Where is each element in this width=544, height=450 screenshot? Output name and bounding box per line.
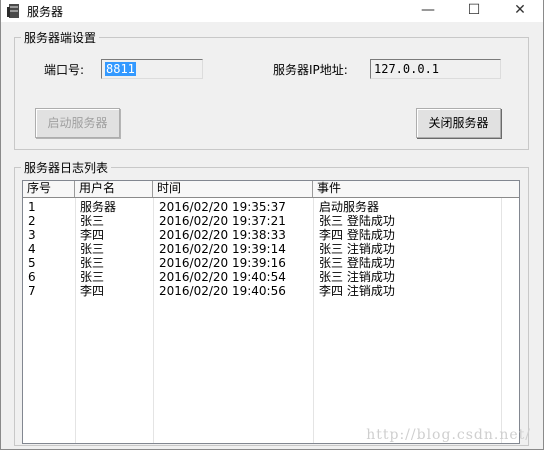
server-log-title: 服务器日志列表 bbox=[21, 159, 112, 176]
watermark: http://blog.csdn.net/ bbox=[366, 427, 531, 443]
port-input[interactable]: 8811 bbox=[101, 59, 203, 79]
log-list-header: 序号 用户名 时间 事件 bbox=[23, 181, 519, 198]
row-event: 启动服务器 bbox=[319, 200, 380, 214]
window-title: 服务器 bbox=[27, 5, 64, 19]
row-username: 张三 bbox=[80, 256, 105, 270]
row-index: 3 bbox=[28, 228, 36, 242]
row-event: 李四 注销成功 bbox=[319, 284, 395, 298]
ip-input[interactable]: 127.0.0.1 bbox=[370, 59, 501, 79]
table-row[interactable]: 1 服务器 2016/02/20 19:35:37 启动服务器 bbox=[23, 200, 519, 214]
row-index: 6 bbox=[28, 270, 36, 284]
start-server-button[interactable]: 启动服务器 bbox=[35, 108, 120, 138]
row-username: 张三 bbox=[80, 270, 105, 284]
column-header-username[interactable]: 用户名 bbox=[75, 181, 153, 197]
column-header-event[interactable]: 事件 bbox=[313, 181, 519, 197]
maximize-button[interactable]: ☐ bbox=[451, 0, 497, 22]
server-icon bbox=[7, 4, 19, 18]
column-header-index[interactable]: 序号 bbox=[23, 181, 75, 197]
row-time: 2016/02/20 19:38:33 bbox=[159, 228, 286, 242]
row-event: 张三 注销成功 bbox=[319, 242, 395, 256]
server-window: 服务器 — ☐ ✕ 服务器端设置 端口号: 8811 服务器IP地址: 127.… bbox=[0, 0, 544, 450]
title-bar[interactable]: 服务器 — ☐ ✕ bbox=[1, 0, 543, 22]
table-row[interactable]: 4 张三 2016/02/20 19:39:14 张三 注销成功 bbox=[23, 242, 519, 256]
row-event: 李四 登陆成功 bbox=[319, 228, 395, 242]
row-index: 1 bbox=[28, 200, 36, 214]
table-row[interactable]: 7 李四 2016/02/20 19:40:56 李四 注销成功 bbox=[23, 284, 519, 298]
server-settings-title: 服务器端设置 bbox=[21, 29, 100, 46]
ip-label: 服务器IP地址: bbox=[273, 63, 348, 77]
row-event: 张三 注销成功 bbox=[319, 270, 395, 284]
port-label: 端口号: bbox=[44, 63, 85, 77]
row-username: 李四 bbox=[80, 284, 105, 298]
row-event: 张三 登陆成功 bbox=[319, 256, 395, 270]
table-row[interactable]: 3 李四 2016/02/20 19:38:33 李四 登陆成功 bbox=[23, 228, 519, 242]
row-index: 7 bbox=[28, 284, 36, 298]
row-index: 5 bbox=[28, 256, 36, 270]
row-username: 张三 bbox=[80, 242, 105, 256]
row-username: 服务器 bbox=[80, 200, 117, 214]
row-username: 李四 bbox=[80, 228, 105, 242]
column-header-time[interactable]: 时间 bbox=[153, 181, 313, 197]
row-username: 张三 bbox=[80, 214, 105, 228]
stop-server-button[interactable]: 关闭服务器 bbox=[416, 108, 501, 138]
row-time: 2016/02/20 19:39:16 bbox=[159, 256, 286, 270]
column-header-filler bbox=[501, 181, 519, 197]
log-list[interactable]: 序号 用户名 时间 事件 1 服务器 2016/02/20 19:35:37 启… bbox=[22, 180, 520, 444]
row-index: 2 bbox=[28, 214, 36, 228]
row-time: 2016/02/20 19:40:56 bbox=[159, 284, 286, 298]
row-index: 4 bbox=[28, 242, 36, 256]
log-list-body: 1 服务器 2016/02/20 19:35:37 启动服务器 2 张三 201… bbox=[23, 198, 519, 443]
table-row[interactable]: 2 张三 2016/02/20 19:37:21 张三 登陆成功 bbox=[23, 214, 519, 228]
minimize-button[interactable]: — bbox=[405, 0, 451, 22]
close-button[interactable]: ✕ bbox=[497, 0, 543, 22]
table-row[interactable]: 5 张三 2016/02/20 19:39:16 张三 登陆成功 bbox=[23, 256, 519, 270]
row-time: 2016/02/20 19:39:14 bbox=[159, 242, 286, 256]
row-event: 张三 登陆成功 bbox=[319, 214, 395, 228]
table-row[interactable]: 6 张三 2016/02/20 19:40:54 张三 注销成功 bbox=[23, 270, 519, 284]
port-value: 8811 bbox=[105, 62, 136, 76]
row-time: 2016/02/20 19:40:54 bbox=[159, 270, 286, 284]
row-time: 2016/02/20 19:37:21 bbox=[159, 214, 286, 228]
row-time: 2016/02/20 19:35:37 bbox=[159, 200, 286, 214]
